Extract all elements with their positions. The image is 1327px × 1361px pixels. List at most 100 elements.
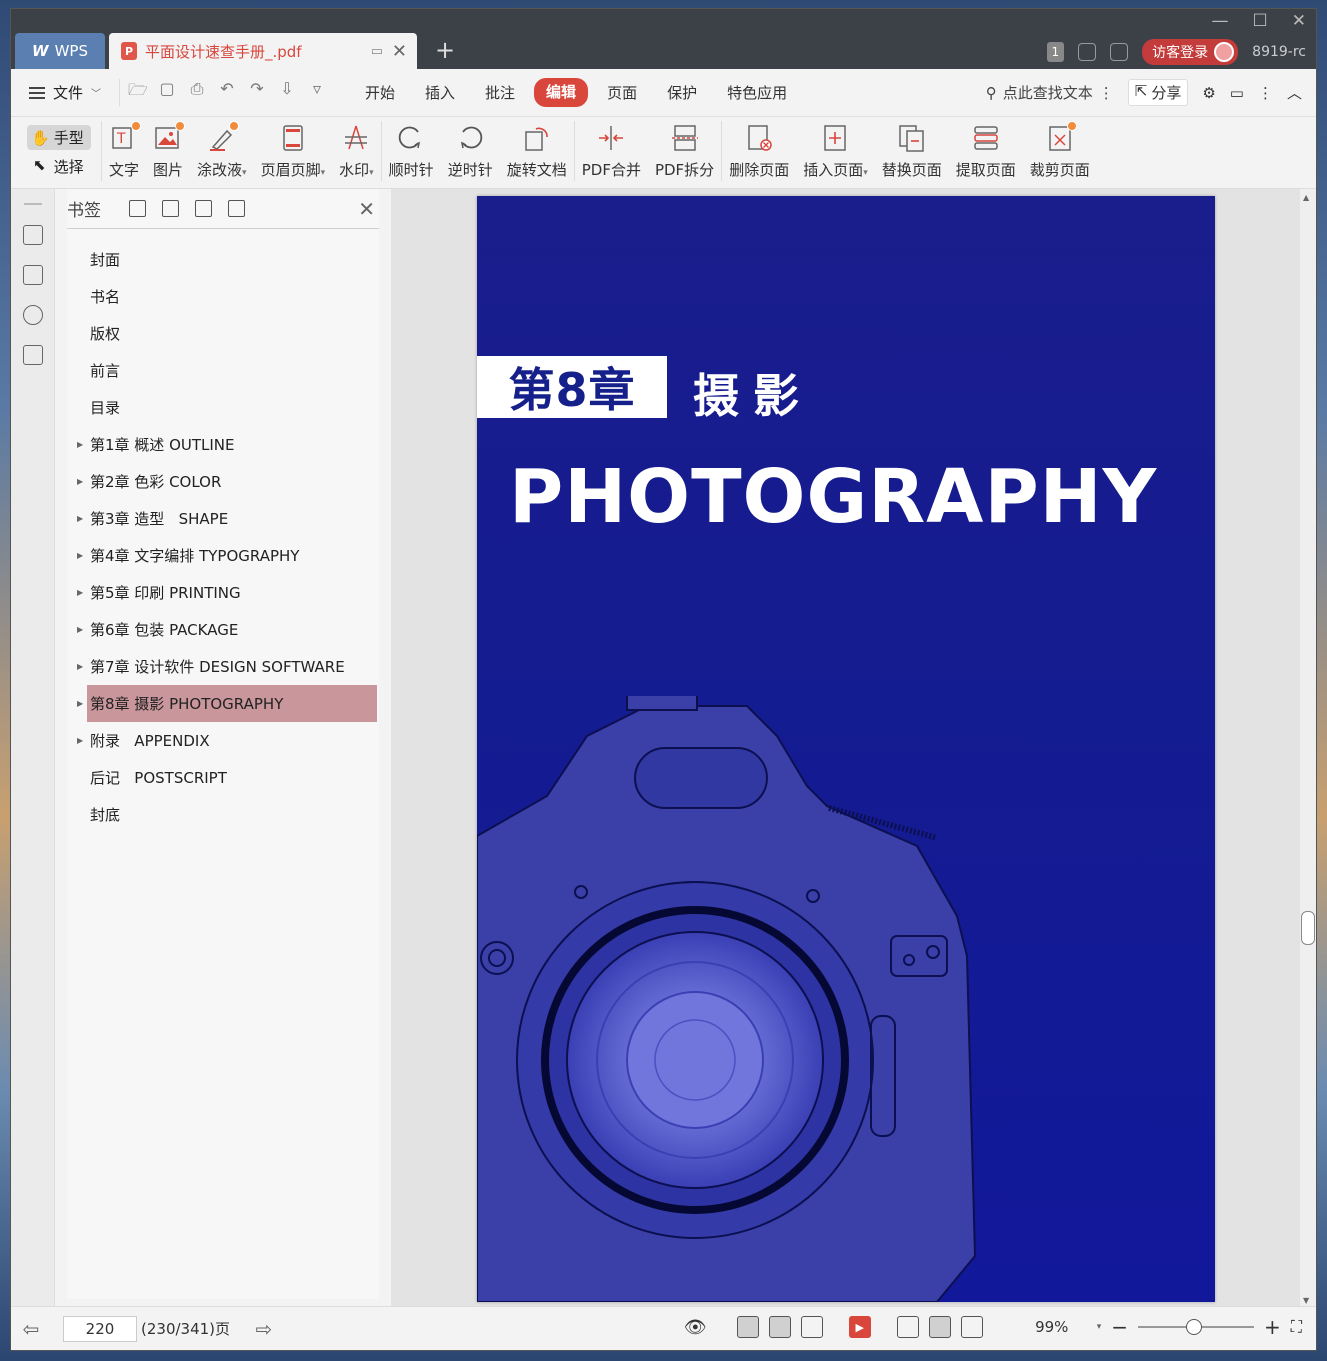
zoom-level[interactable]: 99% — [1017, 1318, 1087, 1336]
open-folder-icon[interactable]: 🗁 — [128, 79, 148, 106]
bookmark-item[interactable]: 封底 — [67, 796, 379, 833]
expand-arrow-icon[interactable]: ▶ — [77, 588, 83, 597]
zoom-out-icon[interactable]: − — [1111, 1315, 1128, 1339]
new-tab-button[interactable]: + — [435, 37, 455, 63]
minimize-icon[interactable]: — — [1212, 11, 1229, 31]
tab-wps-home[interactable]: W WPS — [15, 33, 105, 69]
expand-arrow-icon[interactable]: ▶ — [77, 736, 83, 745]
bookmark-item[interactable]: ▶ 第1章 概述 OUTLINE — [67, 426, 379, 463]
two-page-icon[interactable] — [800, 1316, 823, 1338]
document-viewport[interactable]: 第8章 摄影 PHOTOGRAPHY — [391, 189, 1304, 1309]
bookmark-item[interactable]: ▶ 第5章 印刷 PRINTING — [67, 574, 379, 611]
more-dropdown-icon[interactable]: ▿ — [308, 79, 326, 106]
bookmark-item[interactable]: 目录 — [67, 389, 379, 426]
redo-icon[interactable]: ↷ — [248, 79, 266, 106]
tab-annotate[interactable]: 批注 — [470, 78, 530, 107]
close-window-icon[interactable]: ✕ — [1292, 11, 1306, 31]
watermark-button[interactable]: 水印▾ — [332, 121, 381, 181]
next-page-icon[interactable]: ⇨ — [244, 1317, 284, 1341]
bookmark-item[interactable]: ▶ 第7章 设计软件 DESIGN SOFTWARE — [67, 648, 379, 685]
rotate-ccw-button[interactable]: 逆时针 — [441, 121, 500, 181]
rotate-doc-button[interactable]: 旋转文档 — [500, 121, 574, 181]
bookmark-item[interactable]: 书名 — [67, 278, 379, 315]
collapse-ribbon-icon[interactable]: ︿ — [1287, 82, 1302, 103]
rail-drag-handle[interactable] — [23, 203, 42, 205]
tab-document[interactable]: P 平面设计速查手册_.pdf ▭ ✕ — [109, 33, 417, 69]
save-icon[interactable]: ▢ — [158, 79, 176, 106]
bookmark-item[interactable]: ▶ 第3章 造型 SHAPE — [67, 500, 379, 537]
comment-icon[interactable]: ▭ — [1230, 84, 1244, 102]
bookmark-item[interactable]: ▶ 第4章 文字编排 TYPOGRAPHY — [67, 537, 379, 574]
header-footer-button[interactable]: 页眉页脚▾ — [254, 121, 333, 181]
image-edit-button[interactable]: 图片 — [146, 121, 190, 181]
signature-icon[interactable] — [22, 345, 43, 365]
actual-size-icon[interactable] — [896, 1316, 919, 1338]
tab-insert[interactable]: 插入 — [410, 78, 470, 107]
settings-gear-icon[interactable]: ⚙ — [1202, 84, 1215, 102]
expand-all-icon[interactable] — [129, 200, 146, 217]
expand-arrow-icon[interactable]: ▶ — [77, 551, 83, 560]
close-tab-icon[interactable]: ✕ — [392, 41, 407, 62]
annotation-pen-icon[interactable] — [22, 305, 43, 325]
skin-icon[interactable] — [1078, 43, 1097, 61]
rotate-cw-button[interactable]: 顺时针 — [382, 121, 441, 181]
tab-start[interactable]: 开始 — [350, 78, 410, 107]
zoom-dropdown-icon[interactable]: ▾ — [1097, 1322, 1102, 1332]
print-icon[interactable]: ⎙ — [188, 79, 206, 106]
zoom-in-icon[interactable]: + — [1264, 1315, 1281, 1339]
bookmark-item[interactable]: ▶ 第8章 摄影 PHOTOGRAPHY — [77, 685, 377, 722]
eye-protection-icon[interactable]: 👁 — [684, 1317, 707, 1338]
extract-page-button[interactable]: 提取页面 — [949, 121, 1023, 181]
previous-page-icon[interactable]: ⇦ — [11, 1317, 51, 1341]
delete-page-button[interactable]: 删除页面 — [722, 121, 796, 181]
play-slideshow-icon[interactable]: ▶ — [848, 1316, 871, 1338]
pdf-merge-button[interactable]: PDF合并 — [575, 121, 648, 181]
bookmark-item[interactable]: ▶ 附录 APPENDIX — [67, 722, 379, 759]
add-bookmark-icon[interactable] — [195, 200, 212, 217]
insert-page-button[interactable]: 插入页面▾ — [796, 121, 875, 181]
expand-arrow-icon[interactable]: ▶ — [77, 477, 83, 486]
fit-page-icon[interactable] — [928, 1316, 951, 1338]
hand-tool-button[interactable]: ✋ 手型 — [27, 125, 91, 150]
replace-page-button[interactable]: 替换页面 — [875, 121, 949, 181]
undo-icon[interactable]: ↶ — [218, 79, 236, 106]
file-menu[interactable]: 文件 ﹀ — [11, 82, 119, 103]
maximize-icon[interactable]: ☐ — [1253, 11, 1268, 31]
expand-arrow-icon[interactable]: ▶ — [77, 514, 83, 523]
zoom-slider[interactable] — [1138, 1319, 1255, 1335]
tab-protect[interactable]: 保护 — [652, 78, 712, 107]
scroll-down-icon[interactable]: ▼ — [1303, 1296, 1309, 1305]
close-panel-icon[interactable]: ✕ — [358, 197, 375, 221]
bookmark-item[interactable]: 版权 — [67, 315, 379, 352]
expand-arrow-icon[interactable]: ▶ — [77, 699, 83, 708]
bookmark-item[interactable]: ▶ 第6章 包装 PACKAGE — [67, 611, 379, 648]
export-icon[interactable]: ⇩ — [278, 79, 296, 106]
find-text-button[interactable]: ⚲ 点此查找文本 ⋮ — [986, 82, 1114, 103]
bookmark-item[interactable]: 封面 — [67, 241, 379, 278]
bookmark-item[interactable]: 后记 POSTSCRIPT — [67, 759, 379, 796]
shirt-icon[interactable] — [1110, 43, 1129, 61]
thumbnail-image-icon[interactable] — [22, 265, 43, 285]
continuous-scroll-icon[interactable] — [736, 1316, 759, 1338]
share-button[interactable]: ⇱ 分享 — [1127, 79, 1189, 106]
more-vertical-icon[interactable]: ⋮ — [1258, 84, 1273, 102]
pdf-split-button[interactable]: PDF拆分 — [648, 121, 721, 181]
bookmark-item[interactable]: ▶ 第2章 色彩 COLOR — [67, 463, 379, 500]
tab-edit[interactable]: 编辑 — [534, 78, 589, 107]
text-edit-button[interactable]: T 文字 — [102, 121, 146, 181]
tab-page[interactable]: 页面 — [592, 78, 652, 107]
expand-arrow-icon[interactable]: ▶ — [77, 662, 83, 671]
zoom-slider-knob[interactable] — [1186, 1319, 1203, 1335]
scrollbar-thumb[interactable] — [1301, 911, 1315, 945]
bookmark-item[interactable]: 前言 — [67, 352, 379, 389]
expand-arrow-icon[interactable]: ▶ — [77, 440, 83, 449]
correction-pen-button[interactable]: 涂改液▾ — [190, 121, 254, 181]
collapse-all-icon[interactable] — [162, 200, 179, 217]
bookmark-settings-icon[interactable] — [228, 200, 245, 217]
select-tool-button[interactable]: ⬉ 选择 — [27, 156, 101, 177]
outline-list-icon[interactable] — [22, 225, 43, 245]
page-number-input[interactable]: 220 — [63, 1315, 137, 1342]
scroll-up-icon[interactable]: ▲ — [1303, 193, 1309, 202]
expand-arrow-icon[interactable]: ▶ — [77, 625, 83, 634]
window-count-badge[interactable]: 1 — [1046, 42, 1065, 62]
